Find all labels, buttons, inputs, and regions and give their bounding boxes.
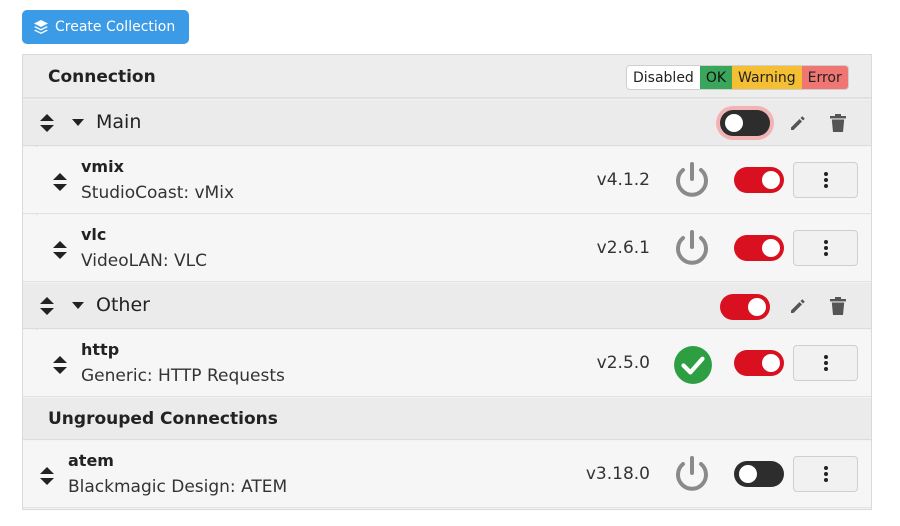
connections-panel: Connection Disabled OK Warning Error Mai… (22, 54, 872, 510)
connection-row-http: http Generic: HTTP Requests v2.5.0 (23, 330, 871, 397)
connection-row-vmix: vmix StudioCoast: vMix v4.1.2 (23, 147, 871, 214)
connection-version: v2.5.0 (596, 353, 650, 373)
ungrouped-title: Ungrouped Connections (48, 409, 278, 429)
sort-icon[interactable] (40, 467, 54, 485)
more-vertical-icon (823, 240, 828, 256)
more-menu-button[interactable] (793, 345, 858, 381)
connection-toggle[interactable] (734, 167, 784, 193)
more-vertical-icon (823, 172, 828, 188)
group-toggle[interactable] (720, 110, 770, 136)
connection-toggle[interactable] (734, 350, 784, 376)
more-menu-button[interactable] (793, 230, 858, 266)
sort-icon[interactable] (40, 114, 54, 132)
panel-title: Connection (48, 67, 156, 87)
power-icon[interactable] (672, 228, 712, 268)
power-icon[interactable] (672, 160, 712, 200)
connection-version: v3.18.0 (585, 464, 650, 484)
group-name: Main (96, 111, 142, 133)
sort-icon[interactable] (40, 297, 54, 315)
caret-down-icon[interactable] (72, 302, 84, 310)
sort-icon[interactable] (53, 173, 67, 191)
group-name: Other (96, 294, 150, 316)
more-menu-button[interactable] (793, 162, 858, 198)
status-legend: Disabled OK Warning Error (626, 65, 849, 90)
connection-toggle[interactable] (734, 461, 784, 487)
legend-warning: Warning (732, 66, 802, 89)
power-icon[interactable] (672, 454, 712, 494)
sort-icon[interactable] (53, 241, 67, 259)
connection-toggle[interactable] (734, 235, 784, 261)
pencil-icon[interactable] (787, 112, 809, 134)
connection-description: Generic: HTTP Requests (81, 366, 285, 386)
trash-icon[interactable] (827, 112, 849, 134)
legend-disabled: Disabled (627, 66, 700, 89)
connection-row-vlc: vlc VideoLAN: VLC v2.6.1 (23, 215, 871, 282)
panel-header: Connection Disabled OK Warning Error (23, 55, 871, 99)
create-collection-label: Create Collection (55, 19, 176, 35)
connection-row-atem: atem Blackmagic Design: ATEM v3.18.0 (23, 441, 871, 508)
legend-ok: OK (699, 66, 733, 89)
more-vertical-icon (823, 466, 828, 482)
layers-icon (34, 20, 48, 34)
pencil-icon[interactable] (787, 295, 809, 317)
create-collection-button[interactable]: Create Collection (22, 10, 189, 44)
connection-name: http (81, 340, 120, 359)
connection-description: StudioCoast: vMix (81, 183, 234, 203)
connection-name: atem (68, 451, 114, 470)
connection-description: VideoLAN: VLC (81, 251, 207, 271)
more-menu-button[interactable] (793, 456, 858, 492)
group-row-other: Other (23, 283, 871, 329)
connection-description: Blackmagic Design: ATEM (68, 477, 288, 497)
more-vertical-icon (823, 355, 828, 371)
legend-error: Error (801, 66, 848, 89)
trash-icon[interactable] (827, 295, 849, 317)
group-toggle[interactable] (720, 294, 770, 320)
caret-down-icon[interactable] (72, 119, 84, 127)
connection-version: v2.6.1 (596, 238, 650, 258)
connection-name: vmix (81, 157, 124, 176)
connection-version: v4.1.2 (596, 170, 650, 190)
sort-icon[interactable] (53, 356, 67, 374)
group-row-main: Main (23, 100, 871, 146)
check-circle-icon[interactable] (673, 345, 713, 385)
connection-name: vlc (81, 225, 107, 244)
ungrouped-header: Ungrouped Connections (23, 398, 871, 440)
